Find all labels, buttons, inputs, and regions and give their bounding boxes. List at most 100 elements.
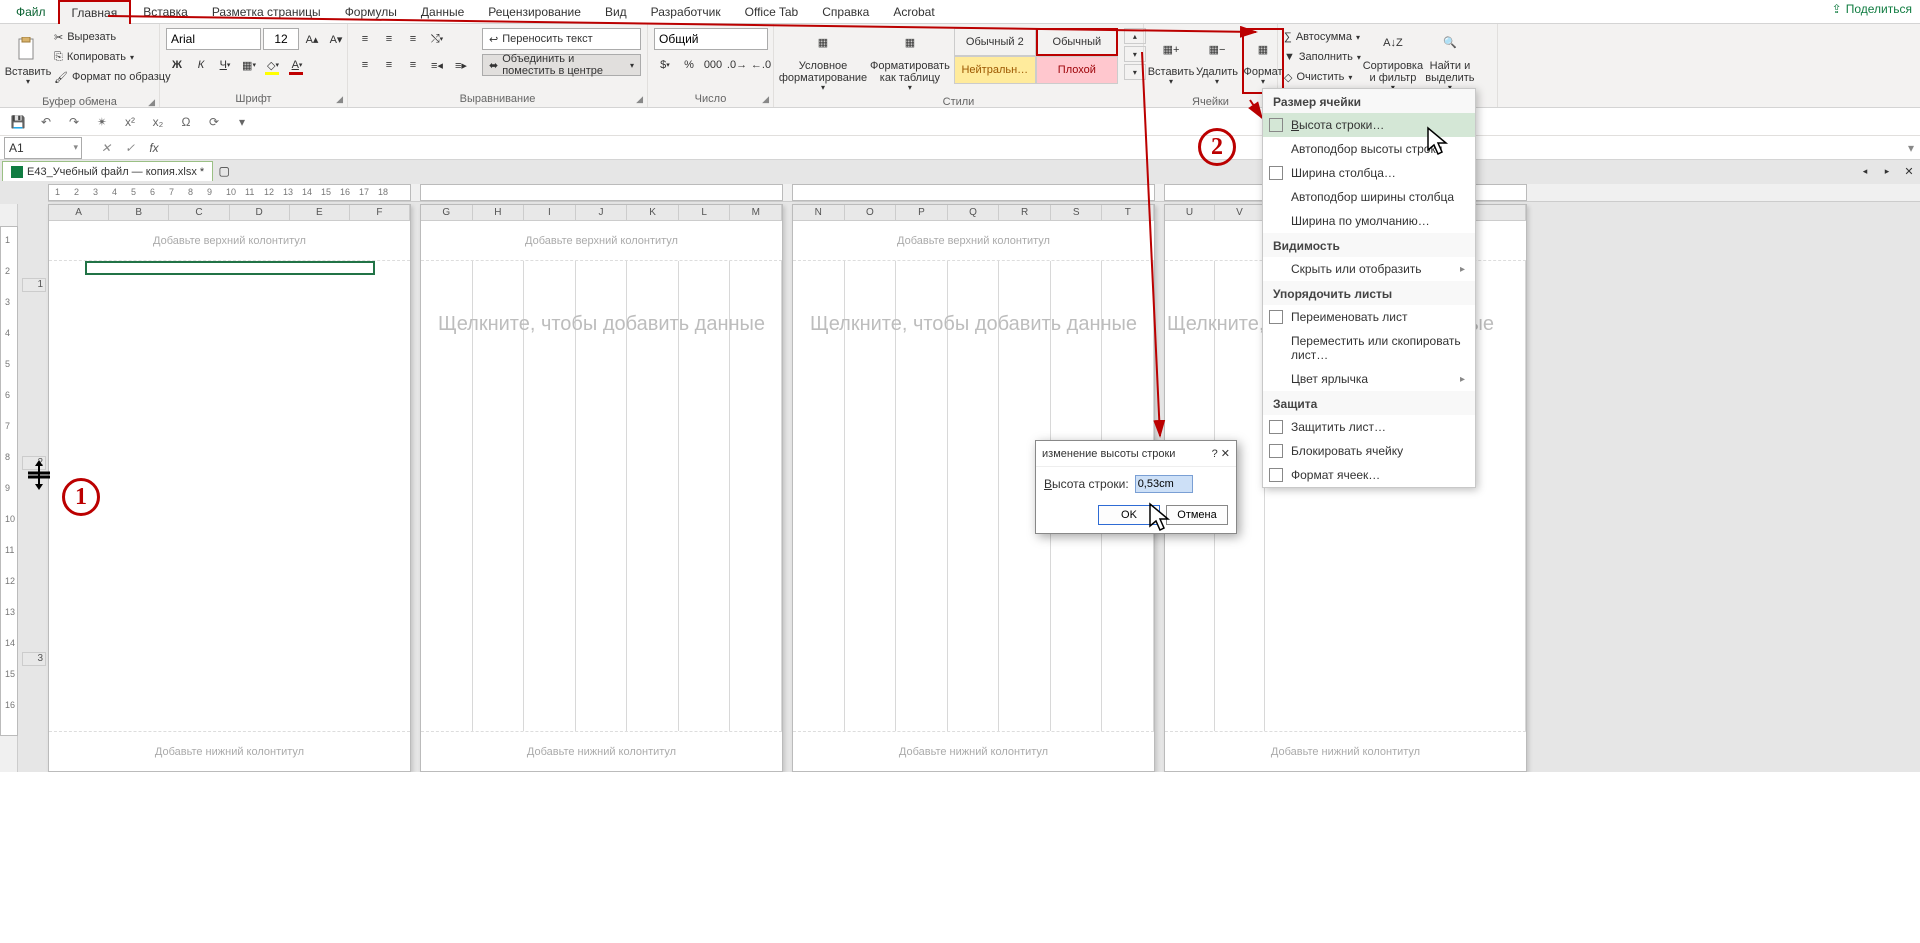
row-header-3[interactable]: 3 (22, 652, 46, 666)
col-header[interactable]: K (627, 205, 679, 220)
tab-file[interactable]: Файл (4, 1, 58, 23)
tab-developer[interactable]: Разработчик (639, 1, 733, 23)
bold-button[interactable]: Ж (166, 54, 188, 76)
font-color-button[interactable]: A▾ (286, 54, 308, 76)
delete-cells-button[interactable]: ▦−Удалить▾ (1196, 28, 1238, 94)
cell-style-normal2[interactable]: Обычный 2 (954, 28, 1036, 56)
borders-button[interactable]: ▦▾ (238, 54, 260, 76)
align-bottom-button[interactable]: ≡ (402, 28, 424, 50)
alignment-launcher[interactable]: ◢ (636, 94, 643, 105)
menu-lock-cell[interactable]: Блокировать ячейку (1263, 439, 1475, 463)
font-size-select[interactable] (263, 28, 299, 50)
align-left-button[interactable]: ≡ (354, 54, 376, 76)
comma-button[interactable]: 000 (702, 54, 724, 76)
col-header[interactable]: S (1051, 205, 1103, 220)
menu-autofit-column-width[interactable]: Автоподбор ширины столбца (1263, 185, 1475, 209)
cancel-formula-button[interactable]: ✕ (94, 137, 118, 159)
styles-more[interactable]: ▾ (1124, 64, 1146, 80)
undo-button[interactable]: ↶ (36, 112, 56, 132)
name-box[interactable]: A1▾ (4, 137, 82, 159)
menu-tab-color[interactable]: Цвет ярлычка▸ (1263, 367, 1475, 391)
menu-default-width[interactable]: Ширина по умолчанию… (1263, 209, 1475, 233)
clipboard-launcher[interactable]: ◢ (148, 97, 155, 108)
clear-button[interactable]: ◇Очистить▾ (1284, 68, 1361, 86)
symbol-button[interactable]: Ω (176, 112, 196, 132)
col-header[interactable]: E (290, 205, 350, 220)
cut-button[interactable]: ✂Вырезать (54, 28, 171, 46)
page-body[interactable]: Щелкните, чтобы добавить данные (421, 261, 782, 731)
menu-protect-sheet[interactable]: Защитить лист… (1263, 415, 1475, 439)
decrease-indent-button[interactable]: ≡◂ (426, 54, 448, 76)
tab-acrobat[interactable]: Acrobat (881, 1, 946, 23)
tab-view[interactable]: Вид (593, 1, 639, 23)
font-launcher[interactable]: ◢ (336, 94, 343, 105)
header-area[interactable]: Добавьте верхний колонтитул (793, 221, 1154, 261)
redo-button[interactable]: ↷ (64, 112, 84, 132)
col-header[interactable]: J (576, 205, 628, 220)
tab-formulas[interactable]: Формулы (333, 1, 409, 23)
menu-column-width[interactable]: Ширина столбца… (1263, 161, 1475, 185)
fill-button[interactable]: ▼Заполнить▾ (1284, 48, 1361, 66)
col-header[interactable]: O (845, 205, 897, 220)
tab-help[interactable]: Справка (810, 1, 881, 23)
cell-style-bad[interactable]: Плохой (1036, 56, 1118, 84)
formula-bar-expand[interactable]: ▾ (1902, 141, 1920, 155)
decrease-decimal-button[interactable]: ←.0 (750, 54, 772, 76)
italic-button[interactable]: К (190, 54, 212, 76)
wrap-text-button[interactable]: ↩Переносить текст (482, 28, 641, 50)
conditional-formatting-button[interactable]: ▦ Условное форматирование▾ (780, 28, 866, 94)
align-center-button[interactable]: ≡ (378, 54, 400, 76)
tab-review[interactable]: Рецензирование (476, 1, 593, 23)
footer-area[interactable]: Добавьте нижний колонтитул (421, 731, 782, 771)
font-name-select[interactable] (166, 28, 261, 50)
autosum-button[interactable]: ∑Автосумма▾ (1284, 28, 1361, 46)
number-launcher[interactable]: ◢ (762, 94, 769, 105)
header-area[interactable]: Добавьте верхний колонтитул (49, 221, 410, 261)
fill-color-button[interactable]: ◇▾ (262, 54, 284, 76)
col-header[interactable]: F (350, 205, 410, 220)
decrease-font-button[interactable]: A▾ (325, 28, 347, 50)
insert-cells-button[interactable]: ▦+Вставить▾ (1150, 28, 1192, 94)
align-middle-button[interactable]: ≡ (378, 28, 400, 50)
superscript-button[interactable]: x² (120, 112, 140, 132)
formula-input[interactable] (174, 137, 1902, 159)
header-area[interactable]: Добавьте верхний колонтитул (421, 221, 782, 261)
tab-data[interactable]: Данные (409, 1, 476, 23)
enter-formula-button[interactable]: ✓ (118, 137, 142, 159)
page-body[interactable] (49, 261, 410, 731)
footer-area[interactable]: Добавьте нижний колонтитул (49, 731, 410, 771)
format-as-table-button[interactable]: ▦ Форматировать как таблицу▾ (870, 28, 950, 94)
paste-button[interactable]: Вставить ▾ (6, 28, 50, 94)
dialog-titlebar[interactable]: изменение высоты строки ? ✕ (1036, 441, 1236, 467)
share-button[interactable]: ⇪ Поделиться (1832, 2, 1912, 16)
col-header[interactable]: Q (948, 205, 1000, 220)
workbook-tab[interactable]: E43_Учебный файл — копия.xlsx * (2, 161, 213, 181)
insert-function-button[interactable]: fx (142, 137, 166, 159)
menu-move-copy-sheet[interactable]: Переместить или скопировать лист… (1263, 329, 1475, 367)
percent-button[interactable]: % (678, 54, 700, 76)
find-select-button[interactable]: 🔍Найти и выделить▾ (1425, 28, 1475, 94)
increase-font-button[interactable]: A▴ (301, 28, 323, 50)
tab-officetab[interactable]: Office Tab (733, 1, 811, 23)
increase-decimal-button[interactable]: .0→ (726, 54, 748, 76)
selected-cell-a1[interactable] (85, 261, 375, 275)
accounting-format-button[interactable]: $▾ (654, 54, 676, 76)
orientation-button[interactable]: ⤭▾ (426, 28, 448, 50)
col-header[interactable]: L (679, 205, 731, 220)
col-header[interactable]: U (1165, 205, 1215, 220)
number-format-select[interactable] (654, 28, 768, 50)
tab-home[interactable]: Главная (58, 0, 132, 24)
col-header[interactable]: A (49, 205, 109, 220)
footer-area[interactable]: Добавьте нижний колонтитул (793, 731, 1154, 771)
dialog-help-button[interactable]: ? (1212, 448, 1218, 460)
qat-customize[interactable]: ▾ (232, 112, 252, 132)
styles-scroll-down[interactable]: ▾ (1124, 46, 1146, 62)
tab-page-layout[interactable]: Разметка страницы (200, 1, 333, 23)
footer-area[interactable]: Добавьте нижний колонтитул (1165, 731, 1526, 771)
col-header[interactable]: D (230, 205, 290, 220)
refresh-button[interactable]: ⟳ (204, 112, 224, 132)
menu-rename-sheet[interactable]: Переименовать лист (1263, 305, 1475, 329)
menu-format-cells[interactable]: Формат ячеек… (1263, 463, 1475, 487)
increase-indent-button[interactable]: ≡▸ (450, 54, 472, 76)
tab-insert[interactable]: Вставка (131, 1, 200, 23)
